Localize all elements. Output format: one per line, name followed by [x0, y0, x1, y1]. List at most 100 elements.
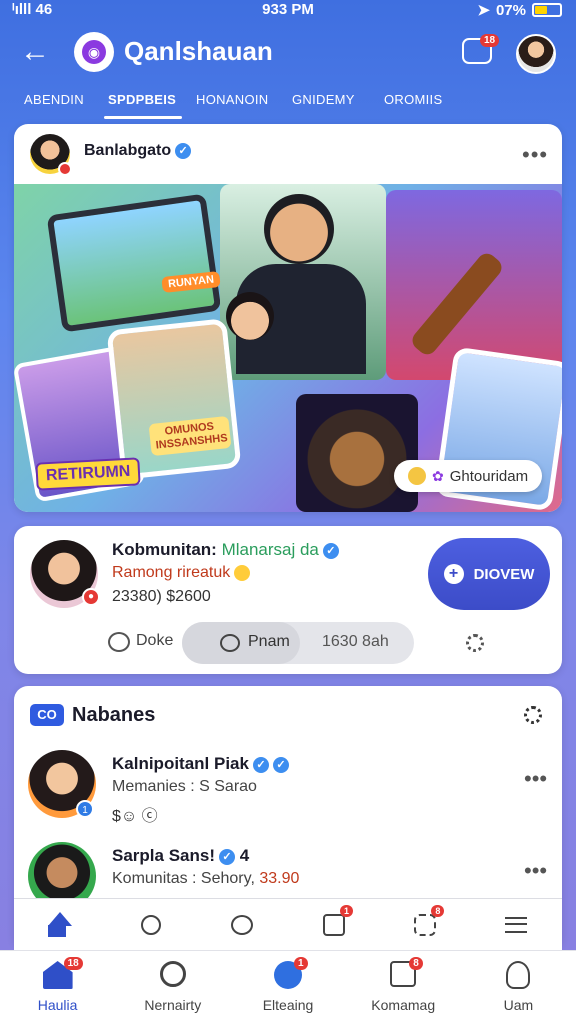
creature-image	[296, 394, 418, 512]
toolbar-chat[interactable]	[197, 899, 288, 950]
profile-name-text: Kobmunitan:	[112, 540, 217, 559]
messages-badge: 18	[480, 34, 500, 47]
live-dot	[58, 162, 72, 176]
verified-icon: ✓	[219, 848, 235, 865]
list-item-subtitle: Memanies : S Sarao	[112, 778, 257, 795]
toolbar-search[interactable]	[105, 899, 196, 950]
search-icon	[159, 961, 186, 987]
status-right: ➤ 07%	[477, 1, 562, 19]
host-face	[264, 194, 334, 264]
tab-honanoin[interactable]: HONANOIN	[196, 92, 268, 107]
verified-icon: ✓	[252, 756, 269, 773]
list-item-meta: $☺ ⓒ	[112, 808, 158, 825]
verified-icon: ✓	[272, 756, 289, 773]
tab-bar: ABENDIN SPDPBEIS HONANOIN GNIDEMY OROMII…	[0, 92, 576, 119]
nav-badge: 18	[63, 957, 83, 970]
toolbar-badge: 1	[339, 905, 353, 917]
settings-icon[interactable]	[466, 634, 484, 652]
nav-item-search[interactable]: Nernairty	[115, 951, 230, 1024]
list-item[interactable]: 1 Kalnipoitanl Piak ✓ ✓ Memanies : S Sarao…	[14, 750, 562, 838]
profile-name: Kobmunitan: Mlanarsaj da ✓	[112, 540, 339, 560]
more-icon[interactable]: •••	[524, 860, 547, 882]
live-dot: ●	[82, 588, 100, 606]
list-header-icon: CO	[30, 704, 64, 726]
follow-button[interactable]: + DIOVEW	[428, 538, 550, 610]
profile-card: ● Kobmunitan: Mlanarsaj da ✓ Ramong rirea…	[14, 526, 562, 674]
status-bar: ᴵılll 46 933 PM ➤ 07%	[0, 0, 576, 22]
toolbar-home[interactable]	[14, 899, 105, 950]
list-item-subtitle: Komunitas : Sehory, 33.90	[112, 870, 299, 888]
community-pill[interactable]: ✿ Ghtouridam	[394, 460, 543, 492]
search-icon	[140, 914, 161, 935]
profile-subtitle: Ramong rireatuk	[112, 564, 251, 582]
list-item-subtitle-text: Komunitas : Sehory,	[112, 870, 255, 887]
toolbar-menu[interactable]	[471, 899, 562, 950]
list-item-name: Sarpla Sans! ✓ 4	[112, 846, 249, 866]
emoji-icon	[234, 564, 251, 581]
nav-label: Haulia	[37, 997, 78, 1013]
list-item-price: 33.90	[259, 870, 300, 887]
nav-item-messages[interactable]: 8 Komamag	[346, 951, 461, 1024]
nav-badge: 8	[409, 957, 423, 970]
calendar-icon	[322, 913, 345, 936]
list-item-name-suffix: 4	[239, 846, 250, 865]
post-more-icon[interactable]: •••	[522, 144, 548, 166]
tab-gnidemy[interactable]: GNIDEMY	[292, 92, 355, 107]
planet-icon: ◉	[82, 40, 106, 64]
emoji-icon	[408, 467, 426, 485]
tab-oromiis[interactable]: OROMIIS	[384, 92, 442, 107]
gear-icon[interactable]	[524, 706, 542, 724]
location-icon: ➤	[477, 2, 490, 19]
flower-icon: ✿	[432, 467, 444, 484]
nav-item-user[interactable]: Uam	[461, 951, 576, 1024]
list-title: Nabanes	[72, 704, 156, 726]
tab-spdpbeis[interactable]: SPDPBEIS	[108, 92, 176, 107]
like-label[interactable]: Doke	[136, 632, 173, 650]
list-item-name: Kalnipoitanl Piak ✓ ✓	[112, 754, 289, 774]
segment-label-active: Pnam	[248, 633, 290, 650]
collage-label-a: RETIRUMN	[35, 457, 142, 491]
puzzle-icon	[413, 913, 436, 936]
toolbar-puzzle[interactable]: 8	[379, 899, 470, 950]
chat-icon	[231, 914, 254, 935]
comment-icon[interactable]	[108, 632, 130, 652]
list-item-name-text: Sarpla Sans!	[112, 846, 215, 865]
post-author-name: Banlabgato	[84, 142, 172, 159]
back-arrow-icon[interactable]: ←	[20, 34, 50, 70]
profile-subtitle-text: Ramong rireatuk	[112, 564, 231, 581]
nav-label: Komamag	[371, 997, 436, 1013]
menu-icon	[505, 916, 528, 933]
home-icon	[47, 912, 72, 937]
refresh-icon	[220, 634, 240, 652]
list-item-name-text: Kalnipoitanl Piak	[112, 754, 249, 773]
follow-label: DIOVEW	[473, 565, 535, 583]
segment-label-other[interactable]: 1630 8ah	[322, 633, 389, 651]
verified-icon: ✓	[322, 542, 339, 559]
tablet-game-image	[46, 193, 222, 333]
community-pill-label: Ghtouridam	[449, 467, 529, 485]
segmented-control: Pnam 1630 8ah	[182, 622, 414, 664]
active-tab-indicator	[104, 116, 182, 119]
profile-handle: Mlanarsaj da	[221, 540, 319, 559]
post-card: Banlabgato ✓ ••• RUNYAN RETIRUMN OMUNOS I…	[14, 124, 562, 512]
app-title: Qanlshauan	[124, 36, 273, 66]
profile-avatar[interactable]	[516, 34, 556, 74]
nav-label: Elteaing	[262, 997, 314, 1013]
tab-abendin[interactable]: ABENDIN	[24, 92, 84, 107]
more-icon[interactable]: •••	[524, 768, 547, 790]
post-author[interactable]: Banlabgato ✓	[84, 142, 192, 160]
post-author-avatar[interactable]	[30, 134, 72, 176]
nav-item-live[interactable]: 1 Elteaing	[230, 951, 345, 1024]
nav-label: Nernairty	[144, 997, 202, 1013]
phone-image	[106, 318, 242, 480]
profile-card-avatar[interactable]: ●	[30, 540, 100, 608]
battery-icon	[532, 3, 562, 17]
toolbar-box[interactable]: 1	[288, 899, 379, 950]
battery-percent: 07%	[495, 1, 526, 19]
nav-label: Uam	[503, 997, 534, 1013]
app-logo: ◉	[74, 32, 114, 72]
nav-item-home[interactable]: 18 Haulia	[0, 951, 115, 1024]
bottom-nav: 18 Haulia Nernairty 1 Elteaing 8 Komamag…	[0, 950, 576, 1024]
nav-badge: 1	[294, 957, 308, 970]
user-icon	[506, 961, 531, 989]
